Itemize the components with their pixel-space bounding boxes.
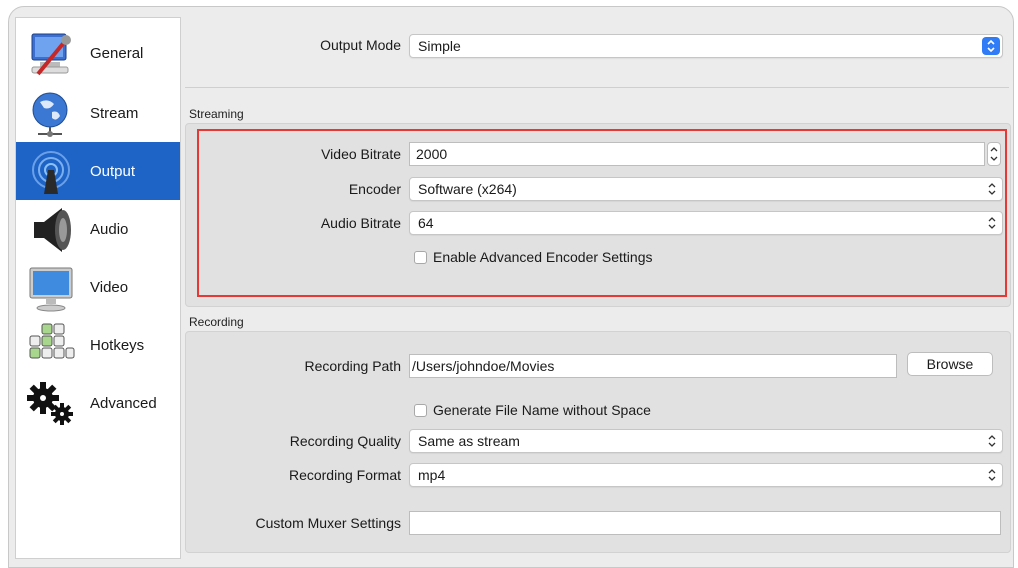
output-settings-panel: Output Mode Simple Streaming Video Bitra…: [181, 7, 1013, 567]
no-space-filename-checkbox[interactable]: [414, 404, 427, 417]
sidebar-item-video[interactable]: Video: [16, 258, 180, 316]
no-space-filename-label: Generate File Name without Space: [433, 402, 651, 418]
sidebar-item-label: Stream: [90, 104, 139, 122]
monitor-icon: [29, 267, 73, 312]
keyboard-icon: [29, 323, 75, 359]
video-bitrate-input[interactable]: 2000: [409, 142, 985, 166]
custom-muxer-input[interactable]: [409, 511, 1001, 535]
recording-format-value: mp4: [418, 467, 446, 483]
recording-quality-select[interactable]: Same as stream: [409, 429, 1003, 453]
sidebar-item-label: Advanced: [90, 394, 157, 412]
audio-bitrate-select[interactable]: 64: [409, 211, 1003, 235]
sidebar-item-advanced[interactable]: Advanced: [16, 374, 180, 432]
browse-button[interactable]: Browse: [907, 352, 993, 376]
encoder-value: Software (x264): [418, 181, 517, 197]
recording-format-label: Recording Format: [288, 467, 401, 483]
sidebar-item-general[interactable]: General: [16, 24, 180, 82]
general-settings-icon: [31, 33, 71, 76]
sidebar-item-label: General: [90, 44, 144, 62]
sidebar-item-audio[interactable]: Audio: [16, 200, 180, 258]
sidebar-item-label: Video: [90, 278, 129, 296]
sidebar-item-output[interactable]: Output: [16, 142, 180, 200]
select-arrows-icon: [988, 183, 996, 195]
recording-path-input[interactable]: /Users/johndoe/Movies: [409, 354, 897, 378]
select-arrows-icon: [988, 217, 996, 229]
recording-quality-label: Recording Quality: [289, 433, 401, 449]
audio-bitrate-label: Audio Bitrate: [320, 215, 401, 231]
output-mode-select[interactable]: Simple: [409, 34, 1003, 58]
stepper-arrows-icon: [990, 147, 998, 161]
encoder-label: Encoder: [348, 181, 401, 197]
enable-advanced-encoder-checkbox[interactable]: [414, 251, 427, 264]
video-bitrate-value: 2000: [416, 146, 448, 162]
recording-quality-value: Same as stream: [418, 433, 520, 449]
sidebar-item-label: Output: [90, 162, 136, 180]
streaming-group-title: Streaming: [189, 107, 244, 121]
antenna-broadcast-icon: [32, 151, 70, 194]
sidebar-item-label: Hotkeys: [90, 336, 145, 354]
encoder-select[interactable]: Software (x264): [409, 177, 1003, 201]
select-arrows-icon: [988, 435, 996, 447]
audio-bitrate-value: 64: [418, 215, 434, 231]
sidebar-item-stream[interactable]: Stream: [16, 84, 180, 142]
recording-group-title: Recording: [189, 315, 244, 329]
globe-stream-icon: [32, 92, 68, 137]
section-divider: [185, 87, 1009, 88]
select-arrows-icon: [988, 469, 996, 481]
settings-window: General Stream Output Audio Video Hotkey…: [8, 6, 1014, 568]
enable-advanced-encoder-label: Enable Advanced Encoder Settings: [433, 249, 653, 265]
recording-path-label: Recording Path: [304, 358, 401, 374]
output-mode-value: Simple: [418, 38, 461, 54]
recording-format-select[interactable]: mp4: [409, 463, 1003, 487]
recording-path-value: /Users/johndoe/Movies: [412, 358, 555, 374]
custom-muxer-label: Custom Muxer Settings: [255, 515, 402, 531]
video-bitrate-label: Video Bitrate: [321, 146, 401, 162]
select-arrows-icon: [982, 37, 1000, 55]
sidebar-item-hotkeys[interactable]: Hotkeys: [16, 316, 180, 374]
output-mode-label: Output Mode: [320, 37, 401, 53]
video-bitrate-stepper[interactable]: [987, 142, 1001, 166]
speaker-icon: [34, 208, 71, 252]
settings-sidebar: General Stream Output Audio Video Hotkey…: [15, 17, 181, 559]
sidebar-item-label: Audio: [90, 220, 129, 238]
gears-icon: [27, 382, 73, 425]
